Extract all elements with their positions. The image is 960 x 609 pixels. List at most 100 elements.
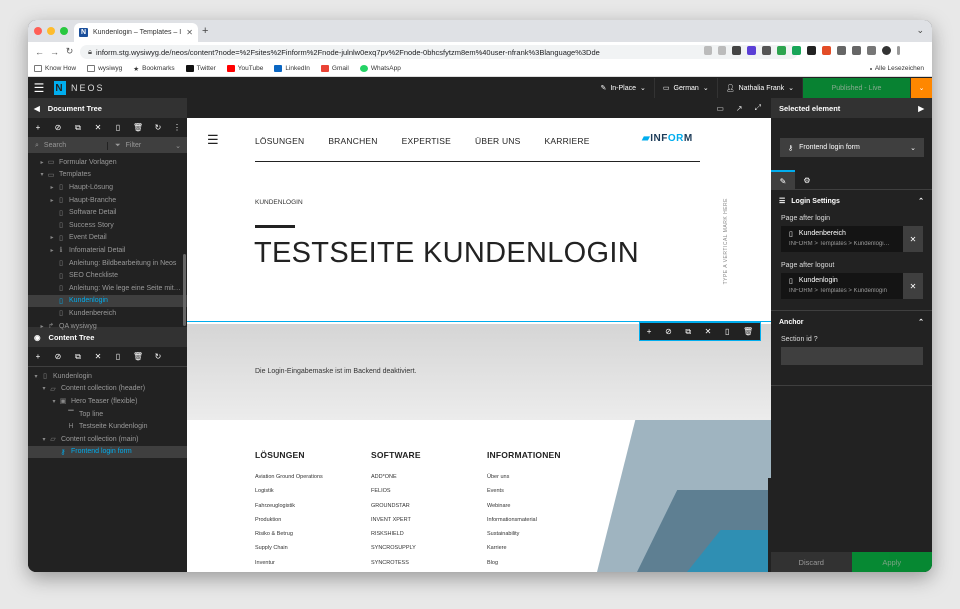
bookmark-gmail[interactable]: Gmail: [320, 65, 349, 72]
extension-icon[interactable]: [777, 46, 786, 55]
collapse-right-icon[interactable]: ▶: [918, 104, 924, 113]
footer-link[interactable]: SYNCROTESS: [371, 560, 421, 572]
sidebar-icon[interactable]: [867, 46, 876, 55]
collapse-icon[interactable]: ▾: [40, 436, 48, 443]
tree-node[interactable]: ▔ Top line: [28, 408, 187, 421]
site-nav-branchen[interactable]: BRANCHEN: [328, 136, 377, 146]
bookmark-bookmarks[interactable]: ★ Bookmarks: [133, 65, 174, 73]
login-settings-section-header[interactable]: ☰ Login Settings ⌃: [771, 192, 932, 210]
tree-node[interactable]: ▯ Success Story: [28, 219, 187, 232]
tree-node[interactable]: ▾ ▱ Content collection (main): [28, 433, 187, 446]
all-bookmarks[interactable]: Alle Lesezeichen: [869, 65, 924, 72]
cut-node-icon[interactable]: ✕: [88, 352, 108, 361]
footer-link[interactable]: Sustainability: [487, 531, 561, 545]
footer-link[interactable]: GROUNDSTAR: [371, 503, 421, 517]
collapse-icon[interactable]: ▾: [50, 398, 58, 405]
tree-scrollbar[interactable]: [183, 254, 186, 326]
collapse-icon[interactable]: ▾: [32, 373, 40, 380]
collapse-icon[interactable]: ▾: [40, 385, 48, 392]
maximize-window-button[interactable]: [60, 27, 68, 35]
discard-button[interactable]: Discard: [771, 552, 852, 572]
browser-tab[interactable]: N Kundenlogin – Templates – Info… ✕: [74, 23, 198, 42]
footer-link[interactable]: Informationsmaterial: [487, 517, 561, 531]
bookmark-wysiwyg[interactable]: wysiwyg: [87, 65, 122, 72]
tree-node[interactable]: ▾ ▱ Content collection (header): [28, 383, 187, 396]
remove-reference-icon[interactable]: ✕: [903, 226, 923, 252]
delete-node-icon[interactable]: 🗑︎: [128, 123, 148, 132]
selected-element-dropdown[interactable]: ⚷ Frontend login form ⌄: [780, 138, 924, 157]
extension-icon[interactable]: [807, 46, 816, 55]
page-after-login-reference[interactable]: ▯ Kundenbereich INFORM > Templates > Kund…: [781, 226, 903, 252]
footer-link[interactable]: Blog: [487, 560, 561, 572]
profile-avatar[interactable]: [882, 46, 891, 55]
footer-link[interactable]: RISKSHIELD: [371, 531, 421, 545]
extension-icon[interactable]: [762, 46, 771, 55]
open-external-icon[interactable]: ↗: [736, 104, 743, 113]
copy-node-icon[interactable]: ⧉: [68, 123, 88, 133]
extension-icon[interactable]: [732, 46, 741, 55]
footer-link[interactable]: SYNCROSUPPLY: [371, 545, 421, 559]
paste-node-icon[interactable]: ▯: [108, 352, 128, 361]
tree-node[interactable]: ▾ ▣ Hero Teaser (flexible): [28, 395, 187, 408]
puzzle-icon[interactable]: [837, 46, 846, 55]
url-field[interactable]: 🔒︎ inform.stg.wysiwyg.de/neos/content?no…: [80, 45, 798, 59]
more-options-icon[interactable]: ⋮: [168, 123, 186, 132]
refresh-tree-icon[interactable]: ↻: [148, 352, 168, 361]
hero-headline[interactable]: TESTSEITE KUNDENLOGIN: [254, 237, 639, 270]
footer-link[interactable]: FELIOS: [371, 488, 421, 502]
footer-link[interactable]: Supply Chain: [255, 545, 323, 559]
footer-link[interactable]: Risiko & Betrug: [255, 531, 323, 545]
footer-link[interactable]: Logistik: [255, 488, 323, 502]
kebab-menu-icon[interactable]: [897, 46, 900, 55]
tab-search-chevron-icon[interactable]: ⌄: [916, 25, 924, 36]
site-nav-ueber-uns[interactable]: ÜBER UNS: [475, 136, 521, 146]
new-tab-icon[interactable]: +: [202, 25, 208, 37]
collapse-circle-icon[interactable]: ◉: [34, 333, 41, 342]
close-tab-icon[interactable]: ✕: [186, 28, 193, 37]
tree-node[interactable]: ▸ ▭ Formular Vorlagen: [28, 156, 187, 169]
expand-icon[interactable]: ▸: [48, 247, 56, 254]
back-icon[interactable]: ←: [32, 47, 47, 57]
extension-icon[interactable]: [822, 46, 831, 55]
bookmark-twitter[interactable]: Twitter: [185, 65, 216, 72]
tree-node-active[interactable]: ⚷ Frontend login form: [28, 445, 187, 459]
publish-button[interactable]: Published - Live: [802, 78, 910, 98]
copy-node-icon[interactable]: ⧉: [685, 327, 691, 337]
hero-top-line[interactable]: KUNDENLOGIN: [255, 199, 303, 206]
site-nav-loesungen[interactable]: LÖSUNGEN: [255, 136, 304, 146]
tree-node[interactable]: ▾ ▯ Kundenlogin: [28, 370, 187, 383]
add-node-icon[interactable]: +: [647, 327, 652, 336]
tree-node[interactable]: ▸ ▯ Haupt-Branche: [28, 194, 187, 207]
delete-node-icon[interactable]: 🗑︎: [128, 352, 148, 361]
tab-properties[interactable]: ✎: [771, 170, 795, 190]
hide-node-icon[interactable]: ⊘: [665, 327, 672, 336]
vertical-mark[interactable]: TYPE A VERTICAL MARK HERE: [723, 198, 729, 284]
inform-logo[interactable]: ▰INFORM: [642, 133, 693, 144]
tree-node[interactable]: ▯ SEO Checkliste: [28, 269, 187, 282]
bookmark-star-icon[interactable]: [718, 46, 726, 55]
footer-link[interactable]: Webinare: [487, 503, 561, 517]
extension-icon[interactable]: [792, 46, 801, 55]
footer-link[interactable]: Produktion: [255, 517, 323, 531]
edit-mode-dropdown[interactable]: ✎ In-Place ⌄: [592, 78, 653, 98]
add-node-icon[interactable]: +: [28, 123, 48, 132]
collapse-icon[interactable]: ▾: [38, 171, 46, 178]
tree-node[interactable]: ▸ ℹ Infomaterial Detail: [28, 244, 187, 257]
reload-icon[interactable]: ↻: [62, 46, 77, 57]
footer-link[interactable]: Über uns: [487, 474, 561, 488]
tree-node[interactable]: ▸ ▯ Haupt-Lösung: [28, 181, 187, 194]
tree-node[interactable]: ▯ Kundenbereich: [28, 307, 187, 320]
anchor-section-header[interactable]: Anchor ⌃: [771, 313, 932, 331]
section-id-input[interactable]: [781, 347, 923, 365]
preview-mode-icon[interactable]: ▭: [716, 104, 724, 113]
refresh-tree-icon[interactable]: ↻: [148, 123, 168, 132]
footer-link[interactable]: Events: [487, 488, 561, 502]
expand-icon[interactable]: ▸: [38, 159, 46, 166]
apply-button[interactable]: Apply: [851, 552, 932, 572]
delete-node-icon[interactable]: 🗑︎: [743, 327, 753, 336]
footer-link[interactable]: INVENT XPERT: [371, 517, 421, 531]
copy-node-icon[interactable]: ⧉: [68, 352, 88, 362]
expand-icon[interactable]: ▸: [38, 323, 46, 330]
footer-link[interactable]: Karriere: [487, 545, 561, 559]
footer-link[interactable]: ADD*ONE: [371, 474, 421, 488]
